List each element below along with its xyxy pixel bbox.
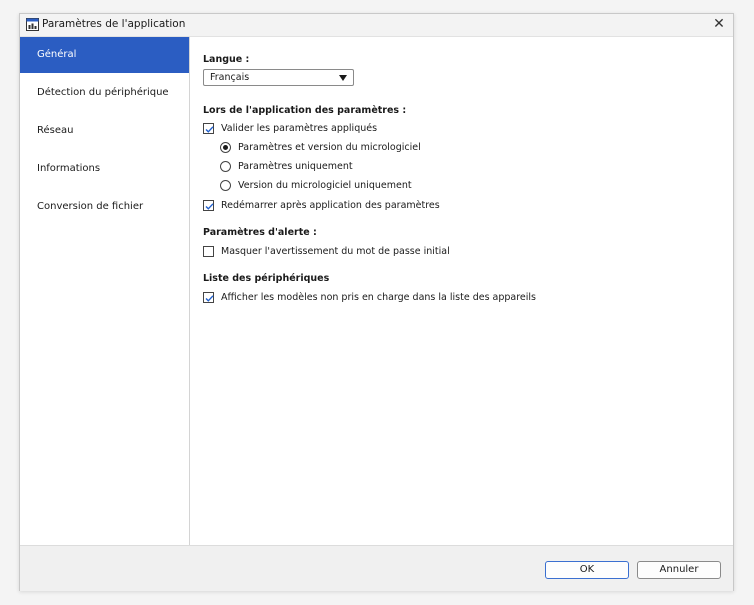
show-unsupported-label: Afficher les modèles non pris en charge … [221,292,537,303]
validate-label: Valider les paramètres appliqués [221,123,378,134]
general-settings-panel: Langue : Français Lors de l'application … [190,37,733,545]
language-select[interactable]: Français [203,69,354,86]
show-unsupported-checkbox[interactable] [203,292,214,303]
device-list-label: Liste des périphériques [203,273,330,284]
restart-checkbox[interactable] [203,200,214,211]
check-icon [205,126,214,133]
radio-settings-only[interactable] [220,161,231,172]
close-icon[interactable]: ✕ [711,16,727,32]
sidebar-item-information[interactable]: Informations [20,151,189,187]
language-label: Langue : [203,54,250,65]
ok-button[interactable]: OK [545,561,629,579]
check-icon [205,295,214,302]
sidebar-item-file-conversion[interactable]: Conversion de fichier [20,189,189,225]
radio-settings-and-firmware-label: Paramètres et version du micrologiciel [238,142,421,153]
sidebar-item-general[interactable]: Général [20,37,189,73]
app-settings-icon [26,18,39,31]
validate-checkbox[interactable] [203,123,214,134]
radio-firmware-only-label: Version du micrologiciel uniquement [238,180,412,191]
radio-settings-and-firmware[interactable] [220,142,231,153]
sidebar-item-device-detection[interactable]: Détection du périphérique [20,75,189,111]
radio-selected-dot [223,145,228,150]
hide-password-warning-label: Masquer l'avertissement du mot de passe … [221,246,450,257]
cancel-button[interactable]: Annuler [637,561,721,579]
sidebar: Général Détection du périphérique Réseau… [20,37,190,545]
settings-window: Paramètres de l'application ✕ Général Dé… [19,13,734,591]
language-select-value: Français [210,72,250,83]
dialog-footer: OK Annuler [20,545,733,591]
title-bar: Paramètres de l'application ✕ [20,14,733,37]
radio-settings-only-label: Paramètres uniquement [238,161,353,172]
radio-firmware-only[interactable] [220,180,231,191]
sidebar-item-network[interactable]: Réseau [20,113,189,149]
apply-settings-label: Lors de l'application des paramètres : [203,105,407,116]
alert-settings-label: Paramètres d'alerte : [203,227,317,238]
check-icon [205,203,214,210]
hide-password-warning-checkbox[interactable] [203,246,214,257]
restart-label: Redémarrer après application des paramèt… [221,200,440,211]
chevron-down-icon [339,75,347,81]
window-title: Paramètres de l'application [42,18,186,30]
